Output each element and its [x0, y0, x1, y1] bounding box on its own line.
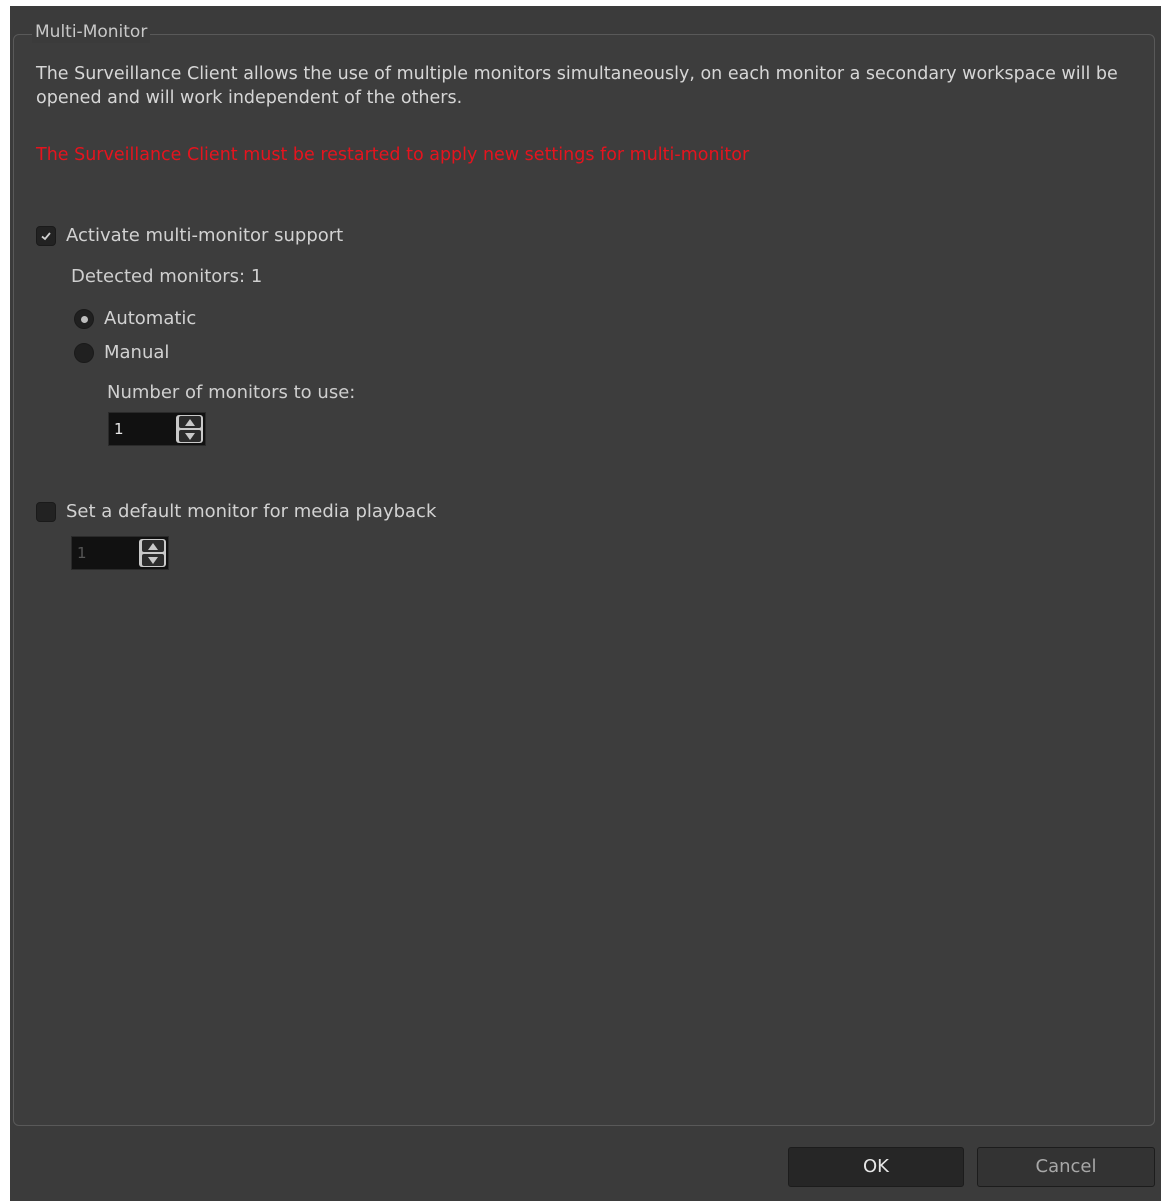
monitors-to-use-spinbox[interactable] [108, 412, 206, 446]
activate-label: Activate multi-monitor support [66, 225, 344, 246]
group-title: Multi-Monitor [32, 21, 151, 43]
arrow-down-icon[interactable] [178, 430, 201, 442]
default-monitor-checkbox-box[interactable] [36, 502, 56, 522]
spin-buttons-disabled [139, 539, 166, 567]
radio-manual[interactable]: Manual [74, 341, 169, 365]
radio-manual-label: Manual [104, 342, 170, 363]
default-monitor-spinbox[interactable] [71, 536, 169, 570]
multi-monitor-group [13, 34, 1155, 1126]
radio-automatic-label: Automatic [104, 308, 197, 329]
activate-multi-monitor-checkbox[interactable]: Activate multi-monitor support [36, 224, 343, 248]
multi-monitor-dialog: Multi-Monitor The Surveillance Client al… [10, 6, 1161, 1201]
radio-automatic-indicator[interactable] [74, 309, 94, 329]
description-text: The Surveillance Client allows the use o… [36, 64, 1118, 108]
arrow-up-icon[interactable] [141, 540, 164, 552]
monitors-to-use-input[interactable] [109, 413, 175, 445]
arrow-up-icon[interactable] [178, 416, 201, 428]
restart-warning: The Surveillance Client must be restarte… [36, 145, 750, 165]
default-monitor-input[interactable] [72, 537, 138, 569]
spin-buttons [176, 415, 203, 443]
activate-checkbox-box[interactable] [36, 226, 56, 246]
default-monitor-checkbox[interactable]: Set a default monitor for media playback [36, 500, 436, 524]
monitors-to-use-label: Number of monitors to use: [107, 382, 356, 403]
ok-button[interactable]: OK [788, 1147, 964, 1187]
check-icon [41, 232, 51, 241]
detected-monitors-label: Detected monitors: 1 [71, 266, 263, 287]
radio-automatic[interactable]: Automatic [74, 307, 196, 331]
radio-manual-indicator[interactable] [74, 343, 94, 363]
cancel-button[interactable]: Cancel [977, 1147, 1155, 1187]
arrow-down-icon[interactable] [141, 554, 164, 566]
default-monitor-label: Set a default monitor for media playback [66, 501, 437, 522]
